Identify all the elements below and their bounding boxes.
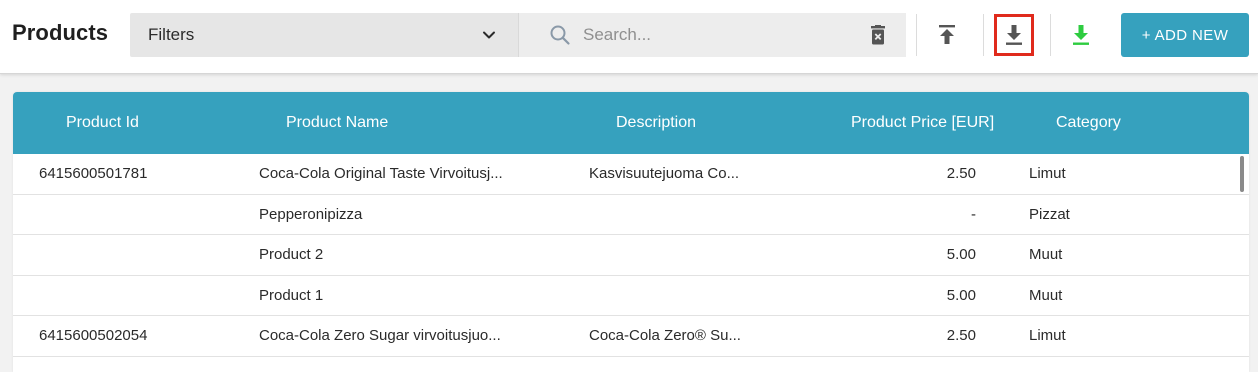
- cell-description: Coca-Cola Zero® Su...: [589, 327, 741, 344]
- table-row[interactable]: 6415600501781 Coca-Cola Original Taste V…: [13, 154, 1249, 195]
- download-green-button[interactable]: [1061, 14, 1101, 56]
- column-header-product-id[interactable]: Product Id: [66, 114, 139, 132]
- cell-product-name: Product 2: [259, 246, 324, 263]
- column-header-product-price[interactable]: Product Price [EUR]: [851, 114, 994, 132]
- column-header-category[interactable]: Category: [1056, 114, 1121, 132]
- cell-product-id: 6415600501781: [39, 165, 148, 182]
- cell-price: -: [971, 205, 976, 223]
- toolbar-divider: [983, 14, 984, 56]
- cell-price: 2.50: [946, 165, 976, 182]
- toolbar-divider: [916, 14, 917, 56]
- page-title: Products: [12, 20, 109, 45]
- table-body: 6415600501781 Coca-Cola Original Taste V…: [13, 154, 1249, 357]
- column-header-product-name[interactable]: Product Name: [286, 114, 388, 132]
- search-icon: [550, 25, 570, 45]
- table-row[interactable]: 6415600502054 Coca-Cola Zero Sugar virvo…: [13, 316, 1249, 357]
- search-box: [518, 13, 906, 57]
- cell-category: Limut: [1029, 327, 1066, 344]
- upload-icon: [939, 25, 955, 44]
- cell-category: Muut: [1029, 286, 1063, 304]
- table-scrollbar[interactable]: [1240, 156, 1244, 192]
- cell-category: Muut: [1029, 246, 1063, 263]
- cell-product-name: Coca-Cola Zero Sugar virvoitusjuo...: [259, 327, 501, 344]
- table-row[interactable]: Pepperonipizza - Pizzat: [13, 195, 1249, 235]
- top-toolbar: Products Filters Search... + ADD NEW: [0, 0, 1258, 74]
- toolbar-divider: [1050, 14, 1051, 56]
- table-header: Product Id Product Name Description Prod…: [13, 92, 1249, 154]
- cell-product-name: Pepperonipizza: [259, 205, 363, 223]
- trash-clear-icon: [871, 25, 885, 45]
- cell-product-name: Product 1: [259, 286, 324, 304]
- filters-dropdown[interactable]: Filters: [130, 13, 518, 57]
- cell-product-id: 6415600502054: [39, 327, 148, 344]
- download-button[interactable]: [994, 14, 1034, 56]
- products-table: Product Id Product Name Description Prod…: [13, 92, 1249, 372]
- clear-search-button[interactable]: [866, 23, 890, 47]
- download-icon: [1006, 25, 1022, 45]
- add-new-button[interactable]: + ADD NEW: [1121, 13, 1249, 57]
- cell-category: Pizzat: [1029, 205, 1070, 223]
- search-input[interactable]: [583, 25, 853, 45]
- cell-price: 2.50: [946, 327, 976, 344]
- cell-price: 5.00: [946, 286, 976, 304]
- cell-price: 5.00: [946, 246, 976, 263]
- cell-product-name: Coca-Cola Original Taste Virvoitusj...: [259, 165, 503, 182]
- column-header-description[interactable]: Description: [616, 114, 696, 132]
- filters-label: Filters: [148, 25, 195, 44]
- cell-description: Kasvisuutejuoma Co...: [589, 165, 740, 182]
- chevron-down-icon: [483, 31, 495, 39]
- table-row[interactable]: Product 1 5.00 Muut: [13, 276, 1249, 316]
- download-green-icon: [1073, 25, 1089, 45]
- cell-category: Limut: [1029, 165, 1066, 182]
- table-row[interactable]: Product 2 5.00 Muut: [13, 235, 1249, 276]
- upload-button[interactable]: [927, 14, 967, 56]
